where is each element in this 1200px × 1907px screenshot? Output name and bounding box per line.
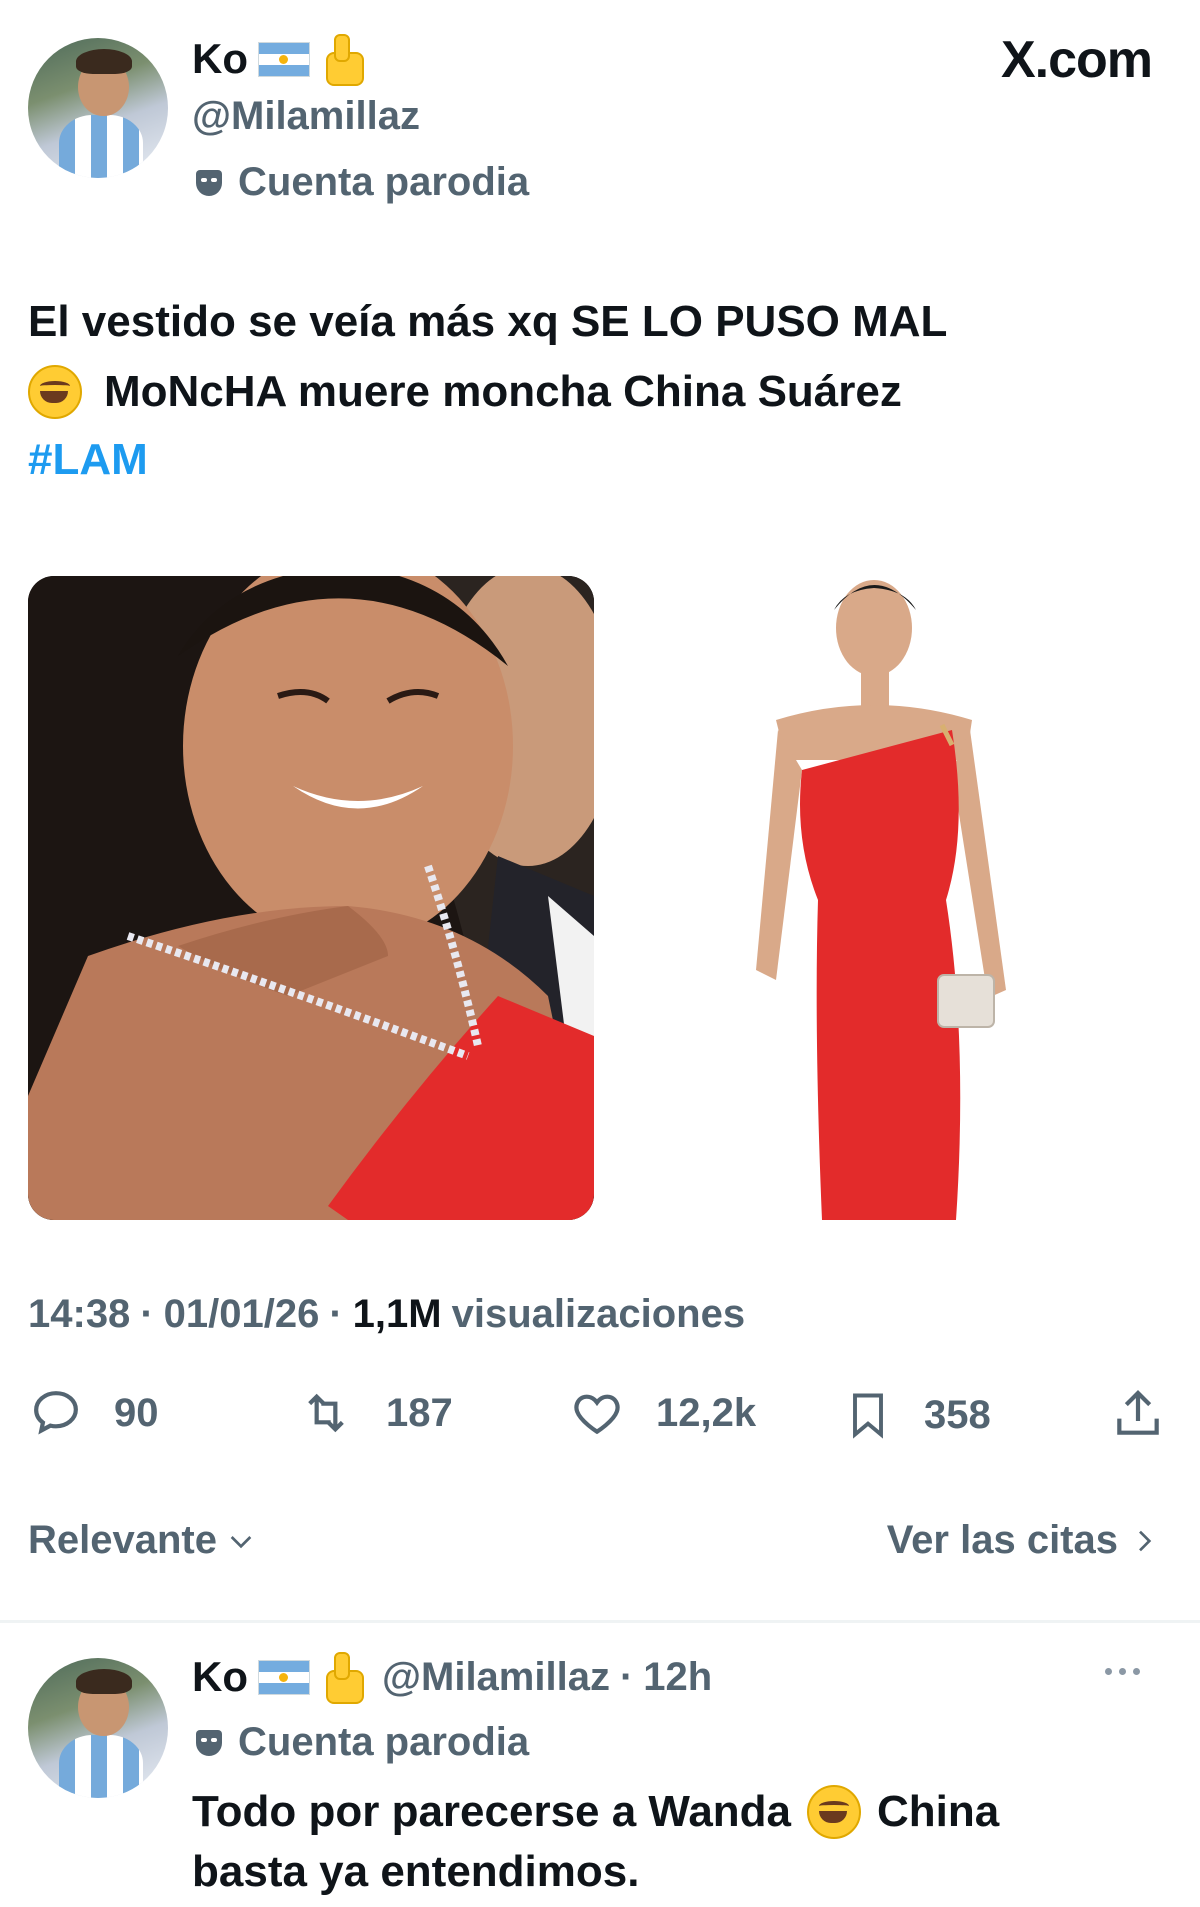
reply-parody-label: Cuenta parodia bbox=[238, 1720, 530, 1764]
bookmark-button[interactable]: 358 bbox=[842, 1385, 991, 1445]
argentina-flag-icon bbox=[258, 41, 310, 77]
chevron-down-icon bbox=[230, 1535, 252, 1548]
meta-separator: · bbox=[329, 1292, 343, 1336]
media-photo-selfie[interactable] bbox=[28, 576, 594, 1220]
tweet-text: El vestido se veía más xq SE LO PUSO MAL… bbox=[28, 292, 1168, 490]
parody-mask-icon bbox=[196, 169, 222, 196]
reply-header: Ko @Milamillaz · 12h bbox=[192, 1652, 712, 1704]
reply-bubble-icon bbox=[34, 1391, 78, 1435]
tweet-line-1: El vestido se veía más xq SE LO PUSO MAL bbox=[28, 297, 948, 346]
bookmark-count: 358 bbox=[924, 1392, 991, 1437]
reply-avatar[interactable] bbox=[28, 1658, 168, 1798]
selfie-image bbox=[28, 576, 594, 1220]
retweet-count: 187 bbox=[386, 1390, 453, 1435]
tweet-line-2-row: MoNcHA muere moncha China Suárez bbox=[28, 362, 1168, 422]
reply-line-2: basta ya entendimos. bbox=[192, 1847, 640, 1896]
sort-dropdown[interactable]: Relevante bbox=[28, 1518, 257, 1563]
tweet-date[interactable]: 01/01/26 bbox=[164, 1292, 320, 1337]
views-label: visualizaciones bbox=[451, 1292, 746, 1336]
parody-badge-label: Cuenta parodia bbox=[238, 160, 530, 204]
reply-text: Todo por parecerse a Wanda China basta y… bbox=[192, 1782, 1172, 1902]
sort-label: Relevante bbox=[28, 1518, 217, 1562]
call-me-hand-emoji-icon bbox=[320, 1652, 364, 1704]
author-avatar[interactable] bbox=[28, 38, 168, 178]
author-name-row: Ko bbox=[192, 34, 364, 86]
like-count: 12,2k bbox=[656, 1390, 757, 1435]
reply-count: 90 bbox=[114, 1390, 159, 1435]
meta-separator: · bbox=[140, 1292, 154, 1336]
reply-time[interactable]: 12h bbox=[643, 1655, 712, 1700]
like-button[interactable]: 12,2k bbox=[568, 1385, 756, 1441]
parody-badge: Cuenta parodia bbox=[196, 160, 529, 205]
reply-separator: · bbox=[619, 1654, 634, 1699]
view-quotes-link[interactable]: Ver las citas bbox=[887, 1518, 1160, 1563]
more-options-button[interactable] bbox=[1105, 1668, 1140, 1675]
reply-text-part1: Todo por parecerse a Wanda bbox=[192, 1787, 792, 1836]
call-me-hand-emoji-icon bbox=[320, 34, 364, 86]
tweet-time[interactable]: 14:38 bbox=[28, 1292, 130, 1337]
source-watermark: X.com bbox=[1000, 30, 1153, 90]
reply-parody-badge: Cuenta parodia bbox=[196, 1720, 529, 1765]
bookmark-icon bbox=[853, 1393, 883, 1439]
author-name[interactable]: Ko bbox=[192, 35, 248, 83]
dress-model-image bbox=[756, 580, 1006, 1220]
hashtag-link[interactable]: #LAM bbox=[28, 430, 1168, 490]
reply-text-part2: China bbox=[877, 1787, 1000, 1836]
media-photo-dress[interactable] bbox=[706, 570, 1086, 1225]
section-divider bbox=[0, 1620, 1200, 1623]
rofl-emoji-icon bbox=[807, 1785, 862, 1839]
reply-author-name[interactable]: Ko bbox=[192, 1653, 248, 1701]
tweet-meta: 14:38 · 01/01/26 · 1,1M visualizaciones bbox=[28, 1292, 745, 1337]
parody-mask-icon bbox=[196, 1729, 222, 1756]
retweet-button[interactable]: 187 bbox=[296, 1385, 453, 1441]
heart-icon bbox=[574, 1394, 620, 1435]
chevron-right-icon bbox=[1139, 1530, 1152, 1551]
reply-author-handle[interactable]: @Milamillaz bbox=[382, 1655, 610, 1700]
rofl-emoji-icon bbox=[28, 365, 82, 419]
reply-line-1: Todo por parecerse a Wanda China bbox=[192, 1782, 1172, 1842]
tweet-line-2: MoNcHA muere moncha China Suárez bbox=[104, 367, 902, 416]
argentina-flag-icon bbox=[258, 1659, 310, 1695]
share-button[interactable] bbox=[1110, 1385, 1196, 1443]
share-icon bbox=[1117, 1390, 1159, 1435]
source-label: X.com bbox=[1000, 31, 1153, 89]
author-handle[interactable]: @Milamillaz bbox=[192, 94, 420, 139]
view-quotes-label: Ver las citas bbox=[886, 1518, 1118, 1562]
reply-button[interactable]: 90 bbox=[28, 1385, 159, 1441]
more-dots-icon bbox=[1105, 1668, 1140, 1675]
retweet-icon bbox=[308, 1393, 344, 1433]
views-count: 1,1M bbox=[352, 1292, 442, 1336]
